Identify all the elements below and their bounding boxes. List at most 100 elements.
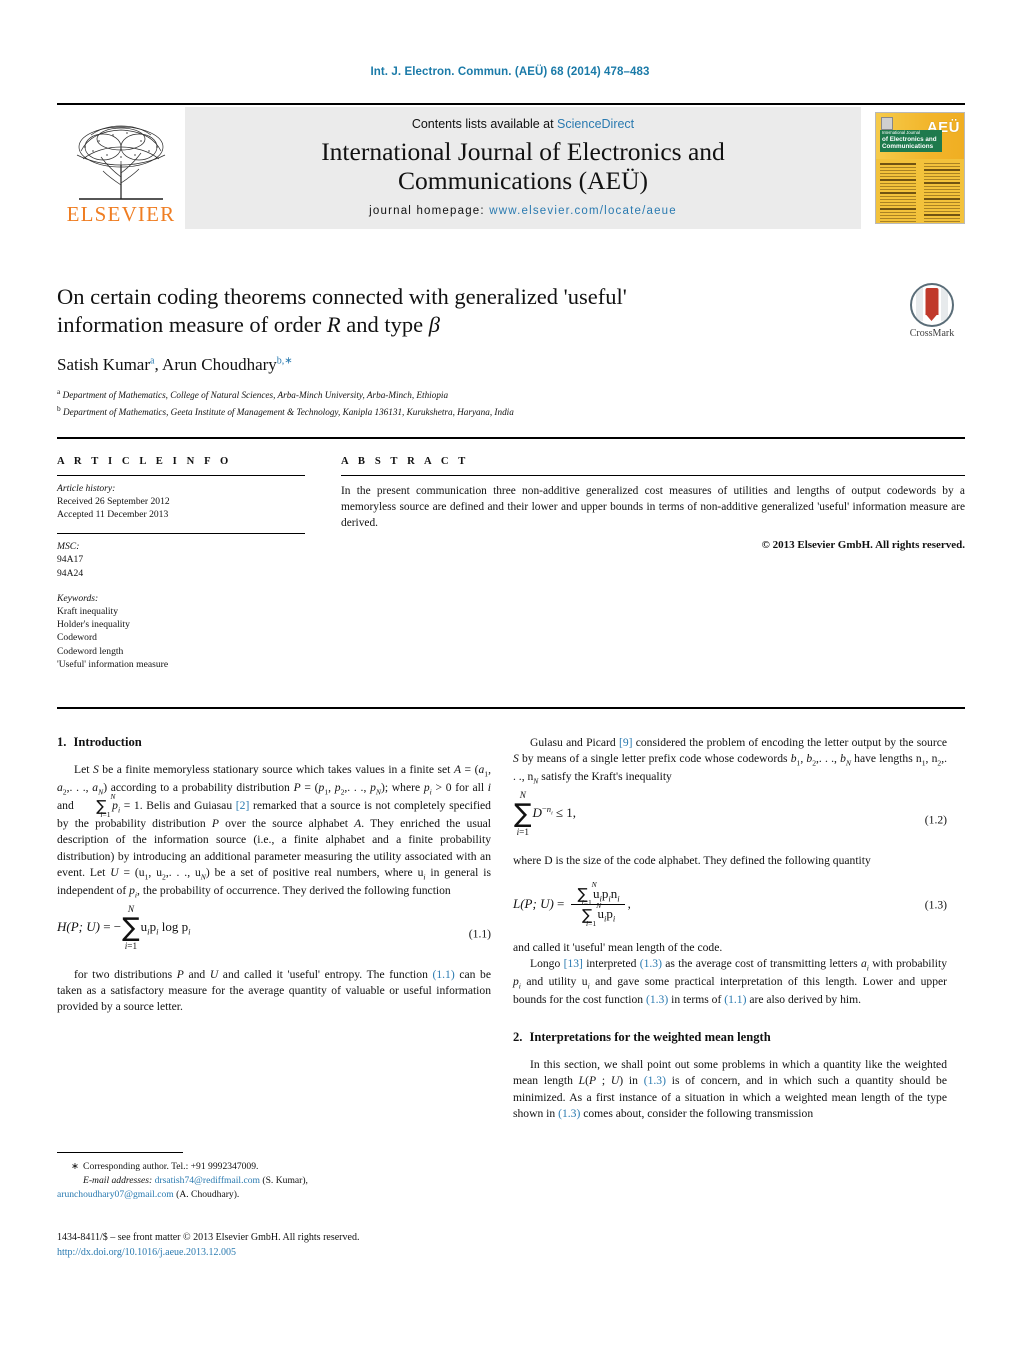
cover-line2: Communications (882, 143, 934, 151)
eq-ref-1-1[interactable]: (1.1) (433, 968, 455, 981)
cover-line1: of Electronics and (882, 135, 937, 143)
author-mark-2: b,∗ (276, 355, 293, 367)
section-number-1: 1. (57, 735, 67, 749)
eq-ref-1-3-a[interactable]: (1.3) (640, 957, 662, 970)
info-abstract-band: A R T I C L E I N F O Article history: R… (57, 437, 965, 709)
journal-title: International Journal of Electronics and… (321, 136, 725, 195)
footnote-emails-cont: arunchoudhary07@gmail.com (A. Choudhary)… (57, 1188, 491, 1202)
abstract-rule (341, 475, 965, 476)
author-mark-1: a (150, 355, 155, 367)
title-line-2-mid: and type (340, 312, 429, 338)
email-owner-1: (S. Kumar), (262, 1174, 308, 1186)
issn-copyright-block: 1434-8411/$ – see front matter © 2013 El… (57, 1231, 497, 1261)
eq-ref-1-3-b[interactable]: (1.3) (646, 993, 668, 1006)
email-owner-2: (A. Choudhary). (176, 1188, 240, 1200)
title-line-2-pre: information measure of order (57, 312, 327, 338)
author-list: Satish Kumara, Arun Choudharyb,∗ (57, 355, 293, 375)
article-history-label: Article history: (57, 483, 116, 494)
section-title-2: Interpretations for the weighted mean le… (529, 1030, 771, 1045)
abstract-heading: A B S T R A C T (341, 456, 469, 467)
equation-1-2-number: (1.2) (924, 813, 947, 827)
citation-ref-13[interactable]: [13] (564, 957, 583, 970)
keyword-item: Kraft inequality (57, 605, 119, 617)
footnote-rule (57, 1152, 183, 1153)
email-link-2[interactable]: arunchoudhary07@gmail.com (57, 1189, 174, 1200)
info-rule-mid (57, 533, 305, 535)
journal-title-line2: Communications (AEÜ) (397, 165, 648, 195)
journal-title-line1: International Journal of Electronics and (321, 136, 725, 166)
footnote-emails: E-mail addresses: drsatish74@rediffmail.… (57, 1174, 491, 1188)
right-paragraph-5: In this section, we shall point out some… (513, 1058, 947, 1120)
article-info-column: A R T I C L E I N F O Article history: R… (57, 439, 305, 707)
journal-cover-thumbnail: AEÜ International Journal of Electronics… (875, 112, 965, 224)
affiliation-mark-b: b (57, 404, 61, 414)
info-rule-top (57, 475, 305, 476)
keyword-item: Codeword (57, 632, 97, 644)
footnote-block: ∗ Corresponding author. Tel.: +91 9992347… (57, 1152, 491, 1202)
masthead-center: Contents lists available at ScienceDirec… (185, 107, 861, 229)
journal-masthead: ELSEVIER Contents lists available at Sci… (57, 103, 965, 229)
running-head: Int. J. Electron. Commun. (AEÜ) 68 (2014… (370, 66, 650, 78)
abstract-text: In the present communication three non-a… (341, 485, 965, 530)
equation-1-1: H(P; U) = − N ∑ i=1 uipi log pi (1.1) (57, 903, 491, 951)
email-link-1[interactable]: drsatish74@rediffmail.com (155, 1175, 260, 1186)
journal-homepage-line: journal homepage: www.elsevier.com/locat… (369, 205, 677, 217)
footnote-corresponding-text: Corresponding author. Tel.: +91 99923470… (83, 1161, 259, 1172)
affiliation-a: a Department of Mathematics, College of … (57, 386, 965, 403)
keyword-item: Holder's inequality (57, 619, 130, 631)
contents-available-line: Contents lists available at ScienceDirec… (412, 117, 634, 131)
eq-ref-1-3-d[interactable]: (1.3) (558, 1107, 580, 1120)
abstract-column: A B S T R A C T In the present communica… (305, 439, 965, 707)
homepage-url-link[interactable]: www.elsevier.com/locate/aeue (489, 205, 677, 217)
elsevier-tree-icon (69, 121, 173, 203)
msc-code-1: 94A17 (57, 554, 84, 566)
msc-label: MSC: (57, 541, 80, 553)
intro-paragraph-1: Let S be a finite memoryless stationary … (57, 763, 492, 900)
cover-marker-icon (881, 117, 893, 130)
section-heading-introduction: 1. Introduction (57, 735, 491, 750)
keyword-item: Codeword length (57, 645, 124, 657)
eq-ref-1-3-c[interactable]: (1.3) (644, 1074, 666, 1087)
body-column-left: 1. Introduction Let S be a finite memoryl… (57, 735, 491, 1015)
equation-1-3-number: (1.3) (924, 898, 947, 912)
affiliation-text-a: Department of Mathematics, College of Na… (62, 390, 449, 401)
elsevier-wordmark: ELSEVIER (66, 202, 176, 226)
affiliation-list: a Department of Mathematics, College of … (57, 386, 965, 420)
affiliation-b: b Department of Mathematics, Geeta Insti… (57, 403, 965, 420)
footnote-star-mark: ∗ (71, 1161, 80, 1172)
section-heading-weighted-mean-length: 2. Interpretations for the weighted mean … (513, 1030, 947, 1045)
paper-page: Int. J. Electron. Commun. (AEÜ) 68 (2014… (0, 0, 1020, 1351)
page-title: On certain coding theorems connected wit… (57, 283, 965, 339)
right-paragraph-2: where D is the size of the code alphabet… (513, 854, 871, 868)
author-name-2[interactable]: Arun Choudhary (162, 355, 277, 374)
article-history-accepted: Accepted 11 December 2013 (57, 509, 169, 521)
cover-toc-lines (880, 163, 960, 222)
homepage-label: journal homepage: (369, 205, 485, 218)
equation-1-3: L(P; U) = N ∑ i=1 uipini N ∑ i=1 uipi , (1.3… (513, 880, 947, 929)
eq-ref-1-1-b[interactable]: (1.1) (724, 993, 746, 1006)
author-name-1[interactable]: Satish Kumar (57, 355, 150, 374)
intro-paragraph-2: for two distributions P and U and called… (57, 967, 491, 1014)
crossmark-label: CrossMark (909, 328, 955, 339)
title-type-symbol: β (428, 312, 440, 338)
crossmark-badge-group[interactable]: CrossMark (899, 283, 965, 339)
affiliation-mark-a: a (57, 387, 61, 397)
citation-ref-9[interactable]: [9] (619, 736, 633, 749)
section-title-1: Introduction (73, 735, 142, 749)
contents-prefix: Contents lists available at (411, 116, 558, 131)
body-column-right: Gulasu and Picard [9] considered the pro… (513, 735, 947, 1122)
article-info-heading: A R T I C L E I N F O (57, 456, 232, 467)
keyword-item: 'Useful' information measure (57, 658, 169, 670)
keywords-label: Keywords: (57, 592, 99, 604)
equation-1-2: N ∑ i=1 D−ni ≤ 1, (1.2) (514, 790, 947, 838)
title-order-symbol: R (326, 312, 341, 338)
citation-ref-2[interactable]: [2] (236, 799, 250, 812)
msc-code-2: 94A24 (57, 567, 84, 579)
elsevier-logo: ELSEVIER (57, 107, 185, 229)
title-line-1: On certain coding theorems connected wit… (57, 284, 627, 309)
affiliation-text-b: Department of Mathematics, Geeta Institu… (63, 407, 514, 418)
doi-link[interactable]: http://dx.doi.org/10.1016/j.aeue.2013.12… (57, 1246, 497, 1261)
cover-title-block: International Journal of Electronics and… (880, 130, 942, 152)
right-paragraph-1: Gulasu and Picard [9] considered the pro… (513, 736, 948, 786)
sciencedirect-link[interactable]: ScienceDirect (557, 117, 634, 131)
